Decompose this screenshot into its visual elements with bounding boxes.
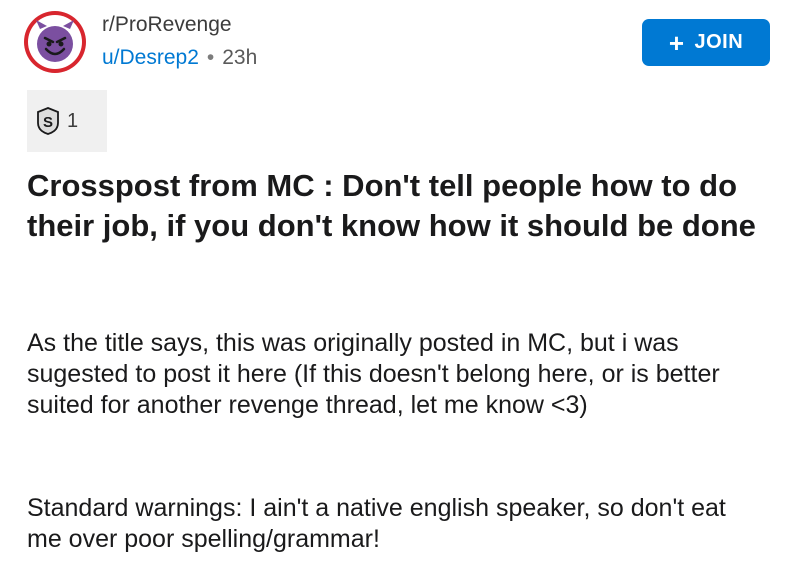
post-meta: r/ProRevenge u/Desrep2 • 23h: [102, 12, 257, 72]
devil-face-icon: [36, 20, 74, 62]
separator-dot: •: [206, 46, 215, 69]
join-button[interactable]: + JOIN: [642, 19, 770, 66]
silver-award-icon: S: [37, 107, 59, 135]
post-header: r/ProRevenge u/Desrep2 • 23h + JOIN: [24, 10, 776, 74]
subreddit-avatar[interactable]: [24, 11, 86, 73]
post-title[interactable]: Crosspost from MC : Don't tell people ho…: [27, 166, 767, 246]
svg-text:S: S: [43, 114, 53, 131]
award-badge[interactable]: S 1: [27, 90, 107, 152]
subreddit-name[interactable]: r/ProRevenge: [102, 12, 257, 38]
post-paragraph: As the title says, this was originally p…: [27, 329, 720, 419]
avatar-inner: [28, 15, 82, 69]
plus-icon: +: [668, 27, 685, 58]
post-paragraph: Standard warnings: I ain't a native engl…: [27, 494, 726, 553]
award-count: 1: [67, 109, 79, 132]
byline: u/Desrep2 • 23h: [102, 44, 257, 72]
author-link[interactable]: u/Desrep2: [102, 46, 199, 69]
post-age: 23h: [222, 46, 258, 69]
join-label: JOIN: [694, 31, 744, 53]
